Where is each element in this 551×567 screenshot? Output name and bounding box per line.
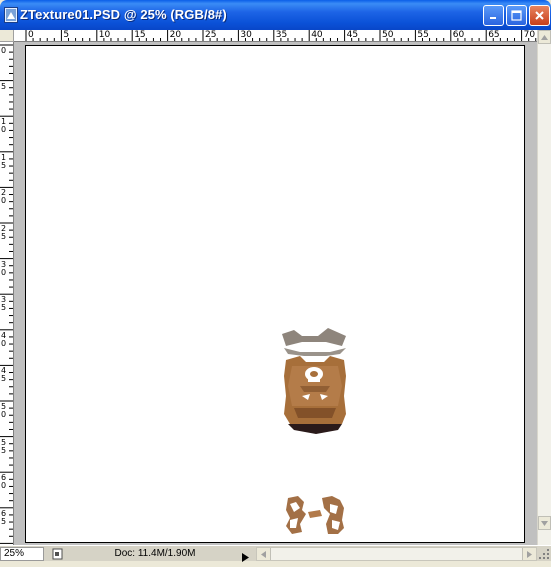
vertical-ruler-label: 65 [1,508,7,526]
horizontal-ruler-label: 40 [311,30,323,40]
horizontal-ruler-label: 60 [452,30,465,40]
vertical-ruler[interactable]: 0 5 10 15 20 25 30 35 40 45 50 55 60 65 [0,42,14,545]
horizontal-ruler-label: 35 [275,30,288,40]
horizontal-scrollbar[interactable] [256,547,537,561]
close-icon [535,11,544,20]
window-title: ZTexture01.PSD @ 25% (RGB/8#) [20,7,227,22]
arrow-left-icon [261,550,266,558]
minimize-icon [490,17,496,19]
zoom-level-field[interactable]: 25% [0,547,44,561]
horizontal-ruler-label: 25 [205,30,217,40]
vertical-ruler-label: 20 [1,188,7,206]
uv-hand-texture-islands [286,496,344,534]
vertical-ruler-label: 15 [1,152,7,170]
scroll-left-button[interactable] [257,548,271,560]
maximize-button[interactable] [506,5,527,26]
vertical-ruler-label: 0 [1,46,7,55]
ruler-origin[interactable] [0,30,14,42]
horizontal-ruler-label: 10 [98,30,111,40]
photoshop-document-icon[interactable] [4,7,18,23]
vertical-ruler-label: 40 [1,330,7,348]
vertical-ruler-label: 45 [1,366,7,384]
document-window: ZTexture01.PSD @ 25% (RGB/8#) 0 5 10 15 20 25… [0,0,551,562]
canvas-area[interactable] [14,42,537,545]
horizontal-ruler-label: 0 [28,30,34,40]
scroll-up-button[interactable] [538,30,551,44]
resize-grip-icon[interactable] [537,547,551,561]
horizontal-ruler[interactable]: 0 5 10 15 20 25 30 35 40 45 50 55 60 65 70 [14,30,537,42]
horizontal-ruler-label: 20 [169,30,182,40]
scroll-down-button[interactable] [538,516,551,530]
vertical-ruler-label: 10 [1,117,7,135]
arrow-right-icon [527,550,532,558]
status-menu-arrow-icon[interactable] [242,549,249,567]
document-size-info: Doc: 11.4M/1.90M [114,548,196,559]
horizontal-ruler-label: 50 [382,30,394,40]
horizontal-ruler-label: 55 [417,30,429,40]
minimize-button[interactable] [483,5,504,26]
vertical-scrollbar[interactable] [537,30,551,545]
horizontal-ruler-label: 45 [346,30,359,40]
vertical-ruler-label: 55 [1,437,7,455]
horizontal-ruler-label: 5 [63,30,70,40]
horizontal-ruler-label: 65 [488,30,500,40]
title-bar[interactable]: ZTexture01.PSD @ 25% (RGB/8#) [0,0,551,30]
arrow-down-icon [541,520,548,526]
vertical-ruler-label: 5 [1,81,7,91]
vertical-ruler-label: 60 [1,473,7,491]
maximize-icon [511,10,522,21]
horizontal-ruler-label: 15 [134,30,146,40]
horizontal-ruler-label: 30 [240,30,252,40]
horizontal-ruler-label: 70 [523,30,536,40]
vertical-ruler-label: 30 [1,259,7,277]
document-info-icon[interactable] [50,547,66,561]
arrow-up-icon [541,34,548,40]
vertical-ruler-label: 35 [1,295,7,313]
uv-face-texture-island [282,328,346,434]
status-bar: 25% Doc: 11.4M/1.90M [0,545,551,562]
document-canvas[interactable] [25,45,525,543]
vertical-ruler-label: 50 [1,402,7,419]
vertical-ruler-label: 25 [1,224,7,241]
close-button[interactable] [529,5,550,26]
scroll-right-button[interactable] [522,548,536,560]
